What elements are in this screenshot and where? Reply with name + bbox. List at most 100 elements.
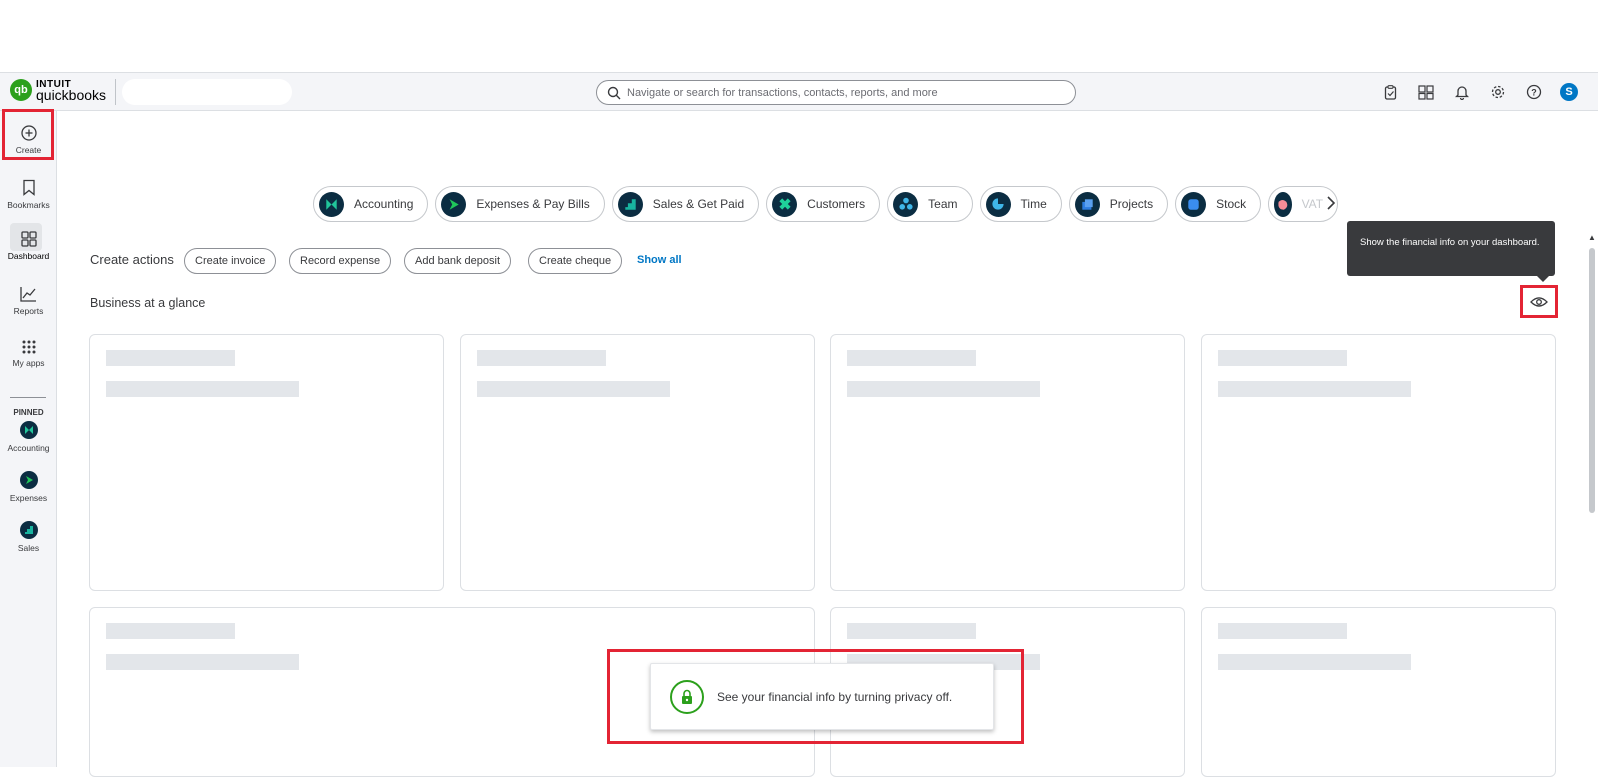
lock-icon xyxy=(670,679,704,714)
search-placeholder: Navigate or search for transactions, con… xyxy=(627,86,938,99)
pinned-item-label: Expenses xyxy=(9,493,48,503)
create-cheque-button[interactable]: Create cheque xyxy=(528,248,623,274)
team-icon xyxy=(893,191,919,217)
left-sidebar: Create Bookmarks Dashboard Reports My ap… xyxy=(0,111,57,767)
tab-stock[interactable]: Stock xyxy=(1175,186,1262,222)
scroll-up-arrow-icon[interactable]: ▲ xyxy=(1588,233,1596,242)
tasks-icon[interactable] xyxy=(1380,82,1400,102)
app-tabs: Accounting Expenses & Pay Bills Sales & … xyxy=(313,186,1339,222)
privacy-toast: See your financial info by turning priva… xyxy=(650,663,994,730)
add-bank-deposit-button[interactable]: Add bank deposit xyxy=(404,248,512,274)
privacy-toast-text: See your financial info by turning priva… xyxy=(717,689,953,704)
skeleton-line xyxy=(847,381,1040,397)
stock-icon xyxy=(1181,191,1207,217)
sidebar-divider xyxy=(10,397,46,398)
tabs-next-chevron-icon[interactable] xyxy=(1326,196,1336,213)
skeleton-line xyxy=(106,381,299,397)
customers-icon xyxy=(772,191,798,217)
show-all-link[interactable]: Show all xyxy=(637,254,682,266)
sidebar-item-label: My apps xyxy=(12,358,45,368)
sidebar-item-label: Dashboard xyxy=(7,251,50,261)
quickbooks-logo[interactable]: qb INTUIT quickbooks xyxy=(10,79,106,102)
tab-team[interactable]: Team xyxy=(887,186,973,222)
tab-expenses-pay-bills[interactable]: Expenses & Pay Bills xyxy=(435,186,605,222)
tab-accounting[interactable]: Accounting xyxy=(313,186,429,222)
top-bar: qb INTUIT quickbooks Navigate or search … xyxy=(0,72,1598,111)
skeleton-line xyxy=(1218,350,1347,366)
business-at-a-glance-title: Business at a glance xyxy=(90,296,206,310)
tab-label: Sales & Get Paid xyxy=(652,197,745,211)
search-icon xyxy=(607,86,621,99)
sidebar-item-bookmarks[interactable]: Bookmarks xyxy=(0,179,57,210)
grid-icon xyxy=(22,340,35,354)
dashboard-card xyxy=(1201,607,1556,777)
help-icon[interactable]: ? xyxy=(1524,82,1544,102)
bell-icon[interactable] xyxy=(1452,82,1472,102)
logo-divider xyxy=(115,79,116,105)
expenses-icon xyxy=(441,191,467,217)
dashboard-icon xyxy=(20,231,37,247)
privacy-toggle-button[interactable] xyxy=(1520,285,1558,318)
gear-icon[interactable] xyxy=(1488,82,1508,102)
expenses-app-icon xyxy=(19,471,38,489)
dashboard-card xyxy=(89,334,444,591)
skeleton-line xyxy=(1218,623,1347,639)
record-expense-button[interactable]: Record expense xyxy=(289,248,392,274)
sidebar-item-my-apps[interactable]: My apps xyxy=(0,340,57,368)
sales-icon xyxy=(617,191,643,217)
projects-icon xyxy=(1074,191,1100,217)
sidebar-item-label: Reports xyxy=(13,306,44,316)
tab-time[interactable]: Time xyxy=(979,186,1062,222)
chart-line-icon xyxy=(20,287,36,302)
tab-label: Expenses & Pay Bills xyxy=(476,197,590,211)
dashboard-card xyxy=(1201,334,1556,591)
skeleton-line xyxy=(1218,381,1411,397)
pinned-item-label: Sales xyxy=(17,543,40,553)
pinned-item-expenses[interactable]: Expenses xyxy=(0,471,57,503)
bookmark-icon xyxy=(22,179,35,196)
sidebar-item-reports[interactable]: Reports xyxy=(0,286,57,316)
tooltip-text: Show the financial info on your dashboar… xyxy=(1360,237,1540,248)
tab-label: Team xyxy=(928,197,958,211)
tab-sales-get-paid[interactable]: Sales & Get Paid xyxy=(611,186,760,222)
pinned-item-label: Accounting xyxy=(7,443,50,453)
accounting-icon xyxy=(319,191,344,217)
dashboard-card xyxy=(460,334,815,591)
sidebar-item-dashboard[interactable]: Dashboard xyxy=(0,231,57,261)
pinned-item-accounting[interactable]: Accounting xyxy=(0,421,57,453)
skeleton-line xyxy=(847,623,976,639)
sales-app-icon xyxy=(19,521,38,539)
scrollbar-thumb[interactable] xyxy=(1589,248,1595,513)
skeleton-line xyxy=(106,350,235,366)
time-icon xyxy=(985,191,1011,217)
skeleton-line xyxy=(106,654,299,670)
dashboard-card xyxy=(830,334,1185,591)
search-input[interactable]: Navigate or search for transactions, con… xyxy=(596,80,1076,105)
eye-icon xyxy=(1530,296,1548,307)
privacy-tooltip: Show the financial info on your dashboar… xyxy=(1347,221,1555,282)
pinned-item-sales[interactable]: Sales xyxy=(0,521,57,553)
svg-text:?: ? xyxy=(1531,88,1537,98)
pinned-heading: PINNED xyxy=(13,408,44,417)
apps-icon[interactable] xyxy=(1416,82,1436,102)
vat-icon xyxy=(1274,191,1292,217)
skeleton-line xyxy=(847,350,976,366)
tab-label: Stock xyxy=(1216,197,1247,211)
create-invoice-button[interactable]: Create invoice xyxy=(184,248,277,274)
user-avatar[interactable]: S xyxy=(1560,83,1578,101)
tab-projects[interactable]: Projects xyxy=(1068,186,1169,222)
skeleton-line xyxy=(106,623,235,639)
tab-customers[interactable]: Customers xyxy=(766,186,881,222)
create-actions-label: Create actions xyxy=(90,252,174,267)
skeleton-line xyxy=(1218,654,1411,670)
company-name-redacted xyxy=(122,79,292,105)
tab-label: Customers xyxy=(807,197,866,211)
sidebar-item-label: Bookmarks xyxy=(7,200,50,210)
skeleton-line xyxy=(477,350,606,366)
tab-label: Time xyxy=(1020,197,1047,211)
accounting-app-icon xyxy=(19,421,38,439)
top-blank-area xyxy=(0,0,1598,72)
dashboard-highlight-box xyxy=(2,109,54,160)
tab-label: VAT xyxy=(1301,197,1324,211)
qb-logo-icon: qb xyxy=(10,79,32,101)
